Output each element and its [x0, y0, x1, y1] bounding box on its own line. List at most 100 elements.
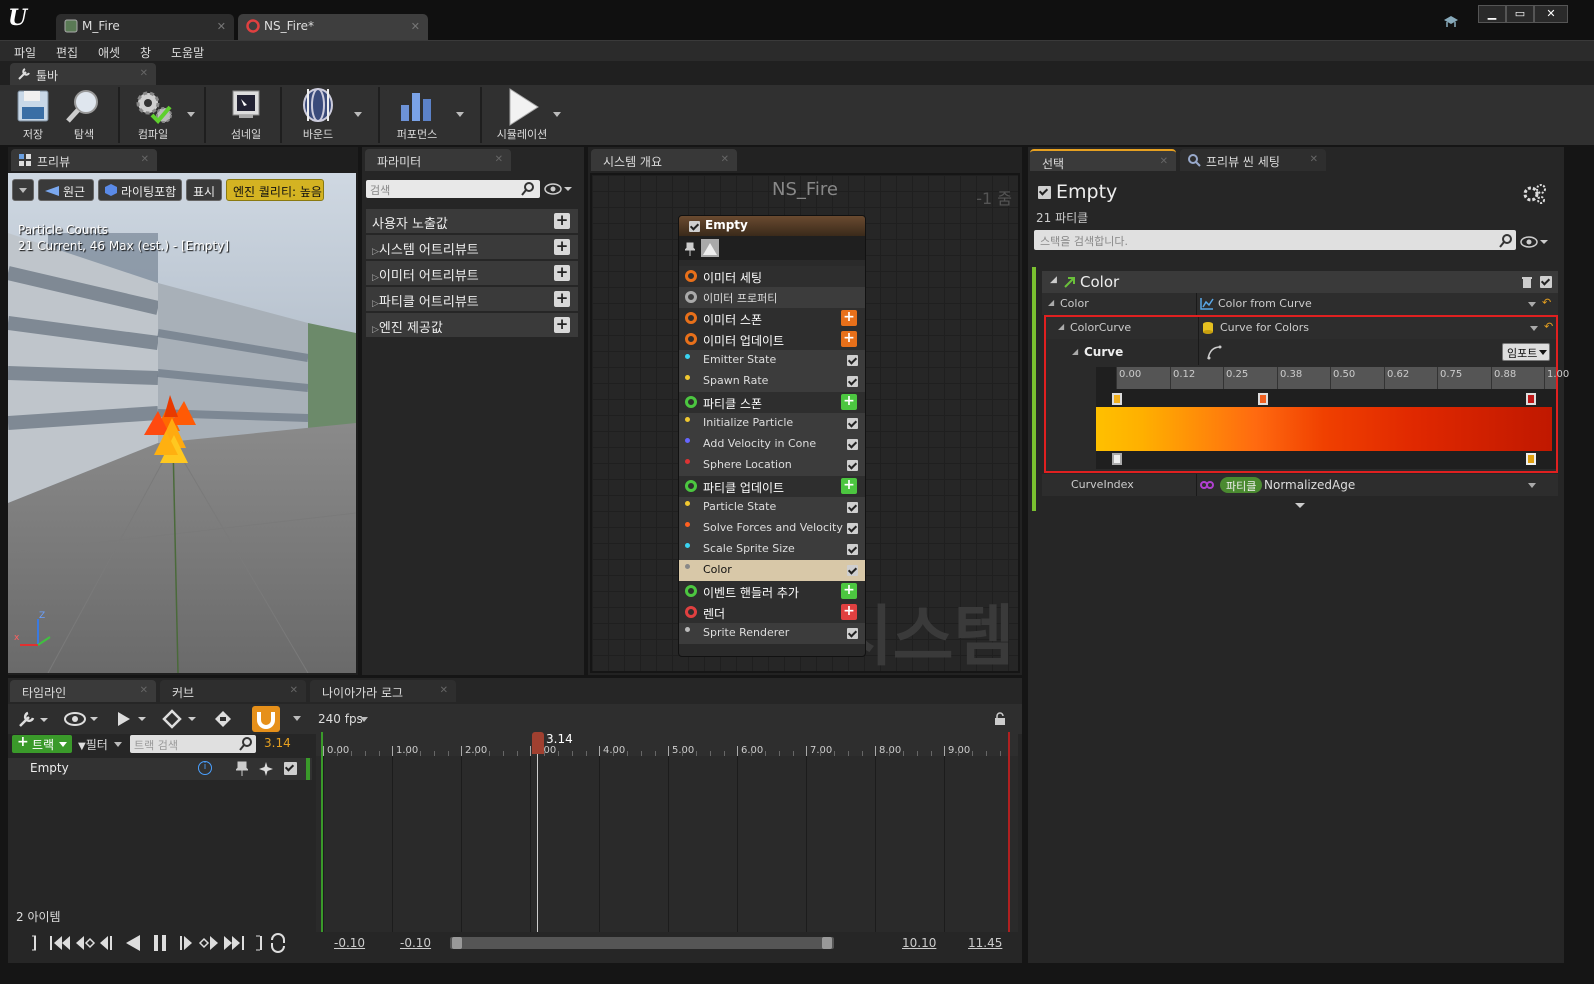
color-curve-value[interactable]: Curve for Colors [1220, 321, 1309, 334]
keyframe-icon[interactable] [162, 709, 198, 729]
tab-parameters[interactable]: 파라미터 ✕ [365, 149, 511, 171]
add-parameter-button[interactable]: + [554, 239, 570, 255]
add-module-button[interactable]: + [841, 331, 857, 347]
curve-index-value[interactable]: NormalizedAge [1264, 478, 1355, 492]
emitter-module-row[interactable]: 렌더 + [679, 602, 865, 623]
filter-dropdown[interactable] [114, 742, 122, 747]
viewport-options-button[interactable] [12, 179, 34, 201]
emitter-module-row[interactable]: Solve Forces and Velocity [679, 518, 865, 539]
view-range-end[interactable]: 11.45 [968, 936, 1002, 950]
close-icon[interactable]: ✕ [141, 154, 149, 165]
close-icon[interactable]: ✕ [495, 154, 503, 165]
add-module-button[interactable]: + [841, 394, 857, 410]
playback-end-marker[interactable] [1008, 732, 1010, 936]
emitter-module-row[interactable]: 이미터 프로퍼티 [679, 287, 865, 308]
current-time-value[interactable]: 3.14 [264, 736, 291, 750]
range-scrollbar[interactable] [450, 937, 834, 949]
trash-icon[interactable] [1522, 276, 1532, 288]
import-button[interactable]: 임포트 [1502, 343, 1550, 361]
settings-gear-icon[interactable] [1522, 183, 1546, 205]
curve-index-dropdown[interactable] [1528, 483, 1536, 488]
close-window-button[interactable]: ✕ [1534, 5, 1568, 23]
tab-selection[interactable]: 선택 ✕ [1030, 149, 1176, 171]
eye-icon[interactable] [64, 712, 100, 726]
module-enabled-checkbox[interactable] [847, 502, 858, 513]
close-icon[interactable]: ✕ [440, 685, 448, 696]
emitter-module-row[interactable]: Add Velocity in Cone [679, 434, 865, 455]
track-enabled-checkbox[interactable] [284, 762, 297, 775]
emitter-node-header[interactable]: Empty [679, 216, 865, 236]
selection-enabled-checkbox[interactable] [1038, 186, 1051, 199]
emitter-module-row[interactable]: Scale Sprite Size [679, 539, 865, 560]
add-parameter-button[interactable]: + [554, 265, 570, 281]
timeline-track-area[interactable]: 0.00 1.00 2.00 3.00 4.00 5.00 6.00 7.00 8.00 9.00… [316, 732, 1018, 936]
pin-icon[interactable] [236, 761, 248, 777]
tab-curves[interactable]: 커브 ✕ [160, 680, 306, 702]
module-enabled-checkbox[interactable] [847, 418, 858, 429]
wrench-icon[interactable] [18, 710, 50, 728]
reset-to-default-icon[interactable]: ↶ [1542, 296, 1551, 309]
compile-button[interactable]: 컴파일 [128, 87, 178, 143]
add-module-button[interactable]: + [841, 604, 857, 620]
timeline-ruler[interactable]: 0.00 1.00 2.00 3.00 4.00 5.00 6.00 7.00 8.00 9.00 [316, 732, 1018, 756]
preview-viewport[interactable]: 원근 라이팅포함 표시 엔진 퀄리티: 높음 Particle Counts 2… [8, 173, 356, 673]
system-graph-canvas[interactable]: NS_Fire -1 줌 시스템 Empty 이미터 세팅 이미터 프로퍼티 이미터… [590, 173, 1020, 675]
fps-selector[interactable]: 240 fps [318, 712, 363, 726]
show-flags-button[interactable]: 표시 [186, 179, 222, 201]
lighting-mode-button[interactable]: 라이팅포함 [98, 179, 182, 201]
performance-button[interactable]: 퍼포먼스 [390, 87, 444, 143]
close-icon[interactable]: ✕ [140, 68, 148, 79]
emitter-module-row[interactable]: Initialize Particle [679, 413, 865, 434]
close-icon[interactable]: ✕ [140, 685, 148, 696]
emitter-module-row[interactable]: Particle State [679, 497, 865, 518]
menu-file[interactable]: 파일 [14, 44, 36, 61]
menu-asset[interactable]: 애셋 [98, 44, 120, 61]
close-icon[interactable]: ✕ [721, 154, 729, 165]
color-stop-handle[interactable] [1112, 393, 1122, 405]
bounds-button[interactable]: 바운드 [292, 87, 344, 143]
filter-button[interactable]: ▼필터 [78, 736, 108, 753]
section-particle-attributes[interactable]: ▷파티클 어트리뷰트 + [366, 287, 578, 311]
info-icon[interactable]: i [198, 761, 212, 775]
add-track-button[interactable]: + 트랙 [12, 734, 72, 753]
lock-icon[interactable] [994, 712, 1008, 726]
snap-options-dropdown[interactable] [293, 716, 301, 721]
section-engine-provided[interactable]: ▷엔진 제공값 + [366, 313, 578, 337]
tab-preview-scene-settings[interactable]: 프리뷰 씬 세팅 ✕ [1180, 149, 1326, 171]
simulation-button[interactable]: 시뮬레이션 [492, 87, 552, 143]
module-enabled-checkbox[interactable] [1540, 276, 1552, 288]
emitter-node[interactable]: Empty 이미터 세팅 이미터 프로퍼티 이미터 스폰 + 이미터 업데이트 + Emit… [678, 215, 866, 657]
close-icon[interactable]: ✕ [1310, 154, 1318, 165]
track-row-empty[interactable]: Empty i [8, 758, 312, 780]
color-stop-handle[interactable] [1526, 393, 1536, 405]
tab-preview[interactable]: 프리뷰 ✕ [11, 149, 157, 171]
curve-editor-icon[interactable] [1206, 343, 1224, 361]
color-mode-value[interactable]: Color from Curve [1218, 297, 1312, 310]
working-range-start[interactable]: -0.10 [400, 936, 431, 950]
emitter-module-row[interactable]: Sphere Location [679, 455, 865, 476]
compile-options-dropdown[interactable] [187, 112, 195, 117]
close-icon[interactable]: ✕ [411, 20, 420, 33]
expand-more-icon[interactable] [1294, 499, 1306, 513]
bounds-options-dropdown[interactable] [354, 112, 362, 117]
minimize-button[interactable]: ▁ [1478, 5, 1506, 23]
module-enabled-checkbox[interactable] [847, 628, 858, 639]
simulation-options-dropdown[interactable] [553, 112, 561, 117]
alpha-stop-handle[interactable] [1112, 453, 1122, 465]
tab-timeline[interactable]: 타임라인 ✕ [10, 680, 156, 702]
reset-to-default-icon[interactable]: ↶ [1544, 320, 1553, 333]
close-icon[interactable]: ✕ [217, 20, 226, 33]
color-module-header[interactable]: ◢ Color [1042, 271, 1558, 293]
emitter-module-row[interactable]: 이벤트 핸들러 추가 + [679, 581, 865, 602]
color-gradient-bar[interactable] [1096, 407, 1552, 451]
menu-window[interactable]: 창 [140, 44, 151, 61]
add-module-button[interactable]: + [841, 310, 857, 326]
close-icon[interactable]: ✕ [290, 685, 298, 696]
tab-system-overview[interactable]: 시스템 개요 ✕ [591, 149, 737, 171]
fps-dropdown[interactable] [360, 717, 368, 722]
module-enabled-checkbox[interactable] [847, 523, 858, 534]
view-range-start[interactable]: -0.10 [334, 936, 365, 950]
emitter-module-row[interactable]: 이미터 세팅 [679, 266, 865, 287]
snap-toggle-button[interactable] [252, 706, 280, 732]
add-parameter-button[interactable]: + [554, 291, 570, 307]
